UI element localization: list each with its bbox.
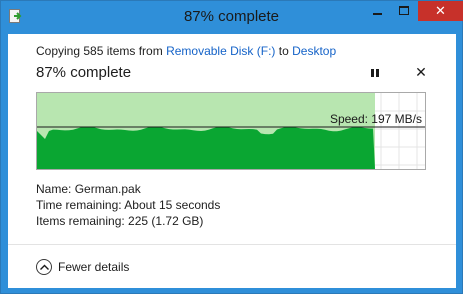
transfer-speed-graph: Speed: 197 MB/s: [36, 92, 426, 170]
name-label: Name:: [36, 182, 72, 196]
pause-icon-bar: [376, 69, 379, 77]
close-button[interactable]: ✕: [418, 1, 463, 21]
source-link[interactable]: Removable Disk (F:): [166, 44, 275, 58]
chevron-up-icon: [36, 259, 52, 275]
speed-area: [37, 126, 375, 169]
items-row: Items remaining: 225 (1.72 GB): [36, 213, 220, 229]
divider: [8, 244, 456, 245]
fewer-details-label: Fewer details: [58, 260, 130, 274]
copy-progress-window: 87% complete ✕ Copying 585 items from Re…: [0, 0, 463, 294]
dialog-body: Copying 585 items from Removable Disk (F…: [8, 34, 456, 288]
name-row: Name: German.pak: [36, 181, 220, 197]
maximize-button[interactable]: [391, 1, 417, 21]
close-icon: ✕: [435, 3, 446, 18]
copy-mid: to: [275, 44, 293, 58]
pause-button[interactable]: [369, 67, 381, 79]
minimize-button[interactable]: [365, 1, 391, 21]
pause-icon: [371, 69, 374, 77]
speed-label: Speed: 197 MB/s: [329, 112, 422, 126]
cancel-button[interactable]: ✕: [414, 64, 428, 80]
speed-chart: [37, 93, 425, 169]
time-row: Time remaining: About 15 seconds: [36, 197, 220, 213]
minimize-icon: [373, 13, 382, 15]
copy-prefix: Copying 585 items from: [36, 44, 167, 58]
time-label: Time remaining:: [36, 198, 122, 212]
name-value: German.pak: [74, 182, 141, 196]
items-value: 225 (1.72 GB): [128, 214, 204, 228]
items-label: Items remaining:: [36, 214, 125, 228]
destination-link[interactable]: Desktop: [292, 44, 336, 58]
title-bar[interactable]: 87% complete ✕: [1, 1, 463, 34]
progress-heading: 87% complete: [36, 64, 132, 81]
details-panel: Name: German.pak Time remaining: About 1…: [36, 181, 220, 229]
time-value: About 15 seconds: [124, 198, 221, 212]
copy-description: Copying 585 items from Removable Disk (F…: [36, 44, 336, 58]
fewer-details-button[interactable]: Fewer details: [36, 259, 129, 277]
maximize-icon: [399, 6, 409, 15]
